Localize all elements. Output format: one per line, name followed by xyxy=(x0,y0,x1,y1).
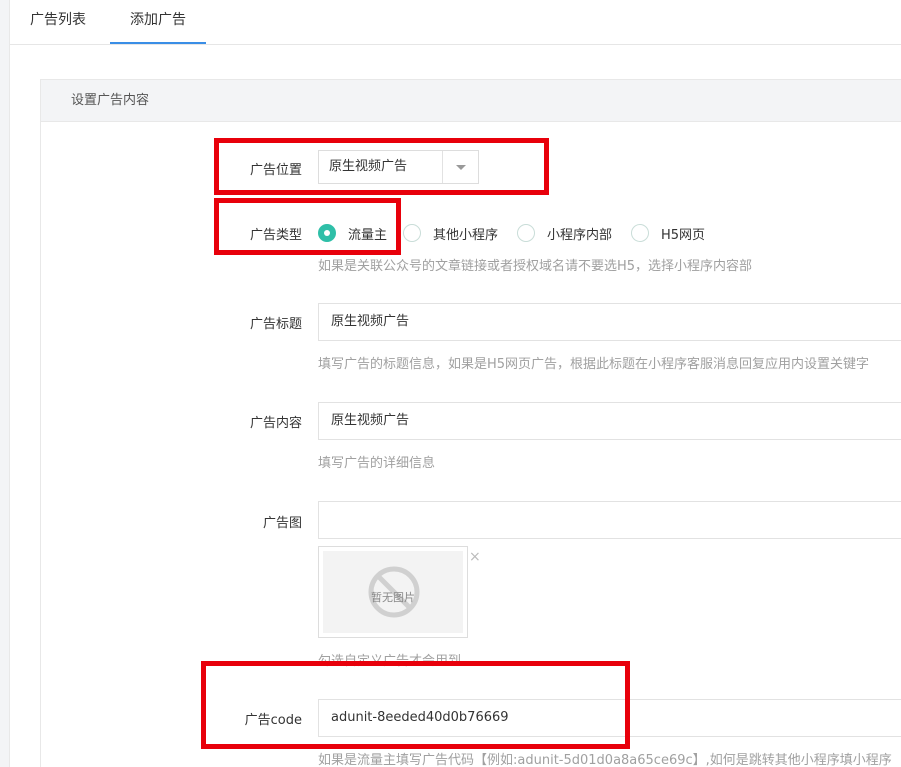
image-label: 广告图 xyxy=(262,516,302,531)
radio-label: H5网页 xyxy=(661,228,706,243)
type-hint: 如果是关联公众号的文章链接或者授权域名请不要选H5，选择小程序内容部 xyxy=(318,259,753,274)
highlight-box-type xyxy=(214,198,401,255)
panel-title: 设置广告内容 xyxy=(41,80,901,122)
title-input[interactable]: 原生视频广告 xyxy=(318,303,901,341)
tab-ad-list[interactable]: 广告列表 xyxy=(30,0,90,45)
tab-bar: 广告列表 添加广告 xyxy=(10,0,901,45)
image-preview[interactable]: 暂无图片 xyxy=(318,546,468,638)
image-placeholder: 暂无图片 xyxy=(323,551,463,633)
content-hint: 填写广告的详细信息 xyxy=(318,456,436,471)
content-input[interactable]: 原生视频广告 xyxy=(318,402,901,440)
tab-add-ad[interactable]: 添加广告 xyxy=(110,0,206,44)
radio-unchecked-icon xyxy=(403,224,421,242)
radio-unchecked-icon xyxy=(517,224,535,242)
close-icon[interactable]: × xyxy=(469,549,481,565)
no-image-text: 暂无图片 xyxy=(371,591,415,604)
title-label: 广告标题 xyxy=(249,317,302,332)
left-scroll-strip xyxy=(0,0,10,767)
highlight-box-position xyxy=(214,138,549,195)
radio-unchecked-icon xyxy=(631,224,649,242)
title-hint: 填写广告的标题信息，如果是H5网页广告，根据此标题在小程序客服消息回复应用内设置… xyxy=(318,357,870,372)
radio-label: 其他小程序 xyxy=(433,228,499,243)
highlight-box-code xyxy=(201,661,630,749)
radio-label: 小程序内部 xyxy=(547,228,613,243)
image-url-input[interactable] xyxy=(318,501,901,539)
content-label: 广告内容 xyxy=(249,416,302,431)
code-hint: 如果是流量主填写广告代码【例如:adunit-5d01d0a8a65ce69c】… xyxy=(318,753,892,767)
